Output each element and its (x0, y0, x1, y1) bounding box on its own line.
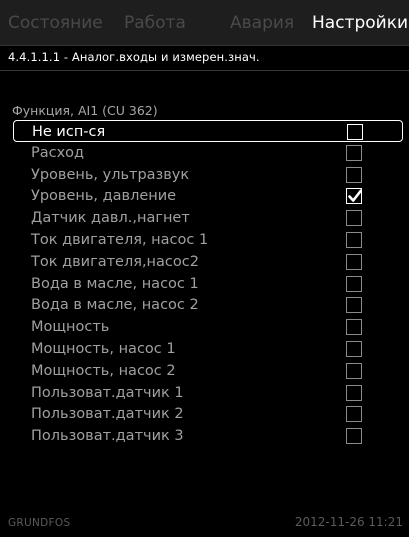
option-label: Ток двигателя, насос 1 (31, 232, 209, 248)
empty-checkbox-icon[interactable] (346, 406, 362, 422)
option-row[interactable]: Вода в масле, насос 2 (13, 294, 403, 316)
option-label: Мощность (31, 319, 110, 335)
option-row[interactable]: Не исп-ся (13, 120, 403, 142)
empty-checkbox-icon[interactable] (346, 167, 362, 183)
option-label: Вода в масле, насос 2 (31, 297, 199, 313)
empty-checkbox-icon[interactable] (346, 319, 362, 335)
option-row[interactable]: Вода в масле, насос 1 (13, 273, 403, 295)
option-row[interactable]: Уровень, ультразвук (13, 164, 403, 186)
option-label: Не исп-ся (32, 124, 106, 140)
option-row[interactable]: Ток двигателя,насос2 (13, 251, 403, 273)
tab-operation[interactable]: Работа (124, 0, 186, 46)
empty-checkbox-icon[interactable] (346, 363, 362, 379)
tab-status[interactable]: Состояние (8, 0, 103, 46)
option-label: Мощность, насос 2 (31, 363, 176, 379)
option-label: Пользоват.датчик 2 (31, 406, 184, 422)
option-row[interactable]: Мощность (13, 316, 403, 338)
tab-divider (0, 45, 409, 46)
tab-settings[interactable]: Настройки (312, 0, 408, 46)
tab-alarm[interactable]: Авария (230, 0, 294, 46)
option-row[interactable]: Ток двигателя, насос 1 (13, 229, 403, 251)
footer-brand: GRUNDFOS (8, 517, 71, 529)
option-row[interactable]: Пользоват.датчик 2 (13, 403, 403, 425)
tab-bar: Состояние Работа Авария Настройки (0, 0, 409, 46)
option-label: Ток двигателя,насос2 (31, 254, 199, 270)
empty-checkbox-icon[interactable] (346, 385, 362, 401)
option-label: Уровень, ультразвук (31, 167, 190, 183)
breadcrumb-divider (0, 70, 409, 71)
screen: Состояние Работа Авария Настройки 4.4.1.… (0, 0, 409, 537)
empty-checkbox-icon[interactable] (347, 124, 363, 140)
breadcrumb: 4.4.1.1.1 - Аналог.входы и измерен.знач. (8, 50, 260, 64)
option-row[interactable]: Датчик давл.,нагнет (13, 207, 403, 229)
option-row[interactable]: Мощность, насос 2 (13, 360, 403, 382)
check-mark-icon[interactable] (346, 188, 362, 204)
option-label: Расход (31, 145, 85, 161)
option-label: Пользоват.датчик 1 (31, 385, 184, 401)
empty-checkbox-icon[interactable] (346, 254, 362, 270)
empty-checkbox-icon[interactable] (346, 297, 362, 313)
option-label: Пользоват.датчик 3 (31, 428, 184, 444)
empty-checkbox-icon[interactable] (346, 210, 362, 226)
footer-datetime: 2012-11-26 11:21 (294, 515, 403, 529)
empty-checkbox-icon[interactable] (346, 428, 362, 444)
section-heading: Функция, AI1 (CU 362) (12, 103, 158, 118)
option-row[interactable]: Пользоват.датчик 3 (13, 425, 403, 447)
check-mark-glyph (348, 189, 362, 202)
option-row[interactable]: Пользоват.датчик 1 (13, 382, 403, 404)
empty-checkbox-icon[interactable] (346, 341, 362, 357)
option-row[interactable]: Уровень, давление (13, 185, 403, 207)
option-row[interactable]: Расход (13, 142, 403, 164)
empty-checkbox-icon[interactable] (346, 276, 362, 292)
empty-checkbox-icon[interactable] (346, 232, 362, 248)
option-label: Датчик давл.,нагнет (31, 210, 190, 226)
option-label: Вода в масле, насос 1 (31, 276, 199, 292)
option-label: Уровень, давление (31, 188, 177, 204)
option-row[interactable]: Мощность, насос 1 (13, 338, 403, 360)
empty-checkbox-icon[interactable] (346, 145, 362, 161)
option-label: Мощность, насос 1 (31, 341, 176, 357)
